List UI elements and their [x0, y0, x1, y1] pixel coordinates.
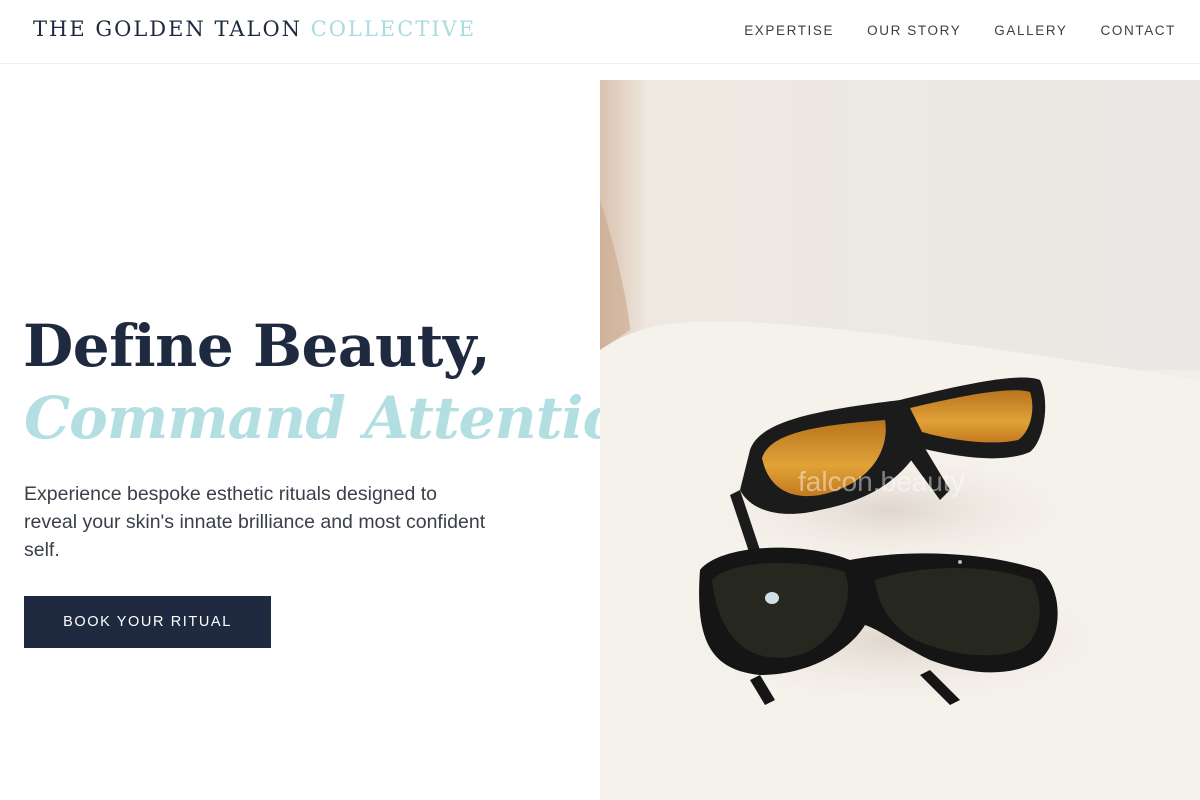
brand-logo[interactable]: THE GOLDEN TALON COLLECTIVE — [33, 17, 476, 41]
site-header: THE GOLDEN TALON COLLECTIVE EXPERTISE OU… — [0, 0, 1200, 64]
nav-link-contact[interactable]: CONTACT — [1101, 23, 1176, 38]
brand-name-main: THE GOLDEN TALON — [33, 17, 303, 41]
hero-subtext: Experience bespoke esthetic rituals desi… — [24, 483, 486, 561]
nav-link-expertise[interactable]: EXPERTISE — [744, 23, 834, 38]
watermark-text: falcon.beauty — [798, 466, 965, 497]
nav-link-gallery[interactable]: GALLERY — [994, 23, 1067, 38]
hero-headline-line2: Command Attention. — [24, 384, 682, 452]
main-nav: EXPERTISE OUR STORY GALLERY CONTACT — [744, 23, 1176, 38]
hero-headline-line1: Define Beauty, — [23, 312, 491, 380]
book-ritual-button[interactable]: BOOK YOUR RITUAL — [24, 596, 271, 648]
hero-photo: falcon.beauty — [600, 80, 1200, 800]
laser-glasses-illustration — [600, 80, 1200, 800]
brand-name-accent: COLLECTIVE — [310, 17, 477, 41]
nav-link-our-story[interactable]: OUR STORY — [867, 23, 961, 38]
